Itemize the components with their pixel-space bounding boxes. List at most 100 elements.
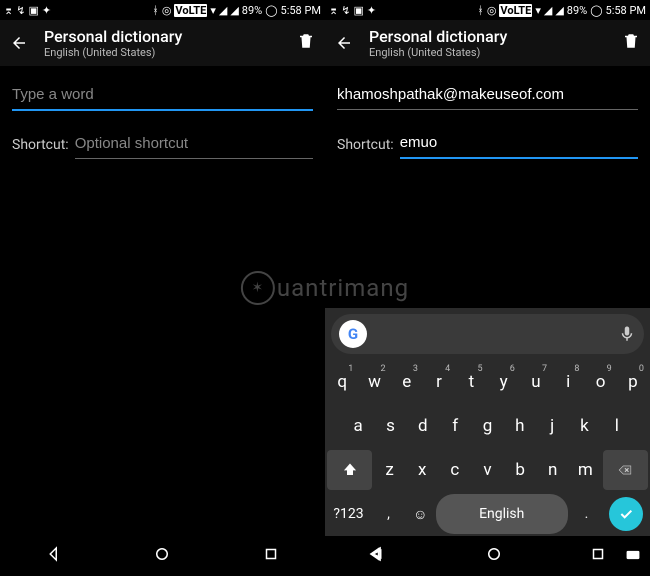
battery-icon: ◯ — [265, 5, 277, 16]
phone-screen-left: ⌆ ↯ ▣ ✦ ᚼ ◎ VoLTE ▾ ◢ ◢ 89% ◯ 5:58 PM Pe… — [0, 0, 325, 576]
word-input[interactable] — [12, 80, 313, 111]
page-subtitle: English (United States) — [44, 46, 297, 59]
signal-icon-2: ◢ — [555, 5, 563, 16]
key-x[interactable]: x — [407, 450, 438, 490]
location-icon: ◎ — [162, 5, 172, 16]
content-area: Shortcut: — [0, 66, 325, 159]
key-n[interactable]: n — [537, 450, 568, 490]
key-k[interactable]: k — [569, 406, 599, 446]
period-key[interactable]: . — [570, 494, 603, 534]
wifi-icon: ▾ — [535, 5, 541, 16]
status-bar: ⌆ ↯ ▣ ✦ ᚼ ◎ VoLTE ▾ ◢ ◢ 89% ◯ 5:58 PM — [0, 0, 325, 20]
nav-bar: ▽ — [325, 536, 650, 576]
shortcut-row: Shortcut: — [337, 128, 638, 159]
sync-icon: ↯ — [341, 5, 350, 16]
delete-button[interactable] — [297, 32, 315, 54]
key-q[interactable]: q1 — [327, 362, 357, 402]
space-key[interactable]: English — [436, 494, 568, 534]
key-u[interactable]: u7 — [521, 362, 551, 402]
shift-key[interactable] — [327, 450, 372, 490]
sync-icon: ↯ — [16, 5, 25, 16]
google-icon[interactable]: G — [339, 320, 367, 348]
key-y[interactable]: y6 — [489, 362, 519, 402]
key-row-3: zxcvbnm — [325, 448, 650, 492]
key-g[interactable]: g — [472, 406, 502, 446]
key-c[interactable]: c — [440, 450, 471, 490]
signal-icon: ◢ — [544, 5, 552, 16]
shortcut-label: Shortcut: — [12, 137, 69, 159]
image-icon: ▣ — [353, 5, 363, 16]
keyboard-switch-icon[interactable] — [624, 547, 642, 566]
image-icon: ▣ — [28, 5, 38, 16]
volte-icon: VoLTE — [499, 4, 532, 17]
key-t[interactable]: t5 — [456, 362, 486, 402]
enter-key[interactable] — [605, 494, 648, 534]
key-a[interactable]: a — [343, 406, 373, 446]
emoji-key[interactable]: ☺ — [407, 494, 433, 534]
backspace-key[interactable] — [603, 450, 648, 490]
shortcut-input[interactable] — [75, 129, 313, 159]
nav-home[interactable] — [485, 545, 503, 567]
key-b[interactable]: b — [505, 450, 536, 490]
key-w[interactable]: w2 — [359, 362, 389, 402]
nav-recent[interactable] — [589, 545, 607, 567]
battery-icon: ◯ — [590, 5, 602, 16]
page-title: Personal dictionary — [369, 27, 622, 46]
shortcut-label: Shortcut: — [337, 137, 394, 159]
key-p[interactable]: p0 — [618, 362, 648, 402]
key-h[interactable]: h — [505, 406, 535, 446]
key-z[interactable]: z — [374, 450, 405, 490]
wifi-icon: ▾ — [210, 5, 216, 16]
nav-recent[interactable] — [262, 545, 280, 567]
nav-home[interactable] — [153, 545, 171, 567]
word-input[interactable] — [337, 80, 638, 110]
symbols-key[interactable]: ?123 — [327, 494, 370, 534]
nav-bar — [0, 536, 325, 576]
cast-icon: ⌆ — [329, 5, 338, 16]
key-m[interactable]: m — [570, 450, 601, 490]
status-left: ⌆ ↯ ▣ ✦ — [4, 5, 51, 16]
mic-icon[interactable] — [618, 325, 636, 343]
signal-icon: ◢ — [219, 5, 227, 16]
content-area: Shortcut: — [325, 66, 650, 159]
nav-back[interactable] — [45, 545, 63, 567]
battery-text: 89% — [242, 4, 262, 17]
appbar-titles: Personal dictionary English (United Stat… — [44, 27, 297, 59]
key-row-4: ?123 , ☺ English . — [325, 492, 650, 536]
key-j[interactable]: j — [537, 406, 567, 446]
app-bar: Personal dictionary English (United Stat… — [325, 20, 650, 66]
shortcut-input[interactable] — [400, 128, 638, 159]
status-right: ᚼ ◎ VoLTE ▾ ◢ ◢ 89% ◯ 5:58 PM — [477, 4, 646, 17]
status-right: ᚼ ◎ VoLTE ▾ ◢ ◢ 89% ◯ 5:58 PM — [152, 4, 321, 17]
key-l[interactable]: l — [602, 406, 632, 446]
app-bar: Personal dictionary English (United Stat… — [0, 20, 325, 66]
bluetooth-icon: ᚼ — [477, 5, 484, 16]
location-icon: ◎ — [487, 5, 497, 16]
clock-text: 5:58 PM — [606, 4, 646, 17]
key-row-1: q1w2e3r4t5y6u7i8o9p0 — [325, 360, 650, 404]
clock-text: 5:58 PM — [281, 4, 321, 17]
shortcut-row: Shortcut: — [12, 129, 313, 159]
status-left: ⌆ ↯ ▣ ✦ — [329, 5, 376, 16]
refresh-icon: ✦ — [42, 5, 51, 16]
nav-back[interactable]: ▽ — [368, 545, 398, 567]
refresh-icon: ✦ — [367, 5, 376, 16]
key-v[interactable]: v — [472, 450, 503, 490]
key-o[interactable]: o9 — [585, 362, 615, 402]
comma-key[interactable]: , — [372, 494, 405, 534]
back-button[interactable] — [335, 34, 353, 52]
back-button[interactable] — [10, 34, 28, 52]
page-title: Personal dictionary — [44, 27, 297, 46]
battery-text: 89% — [567, 4, 587, 17]
key-s[interactable]: s — [375, 406, 405, 446]
key-e[interactable]: e3 — [392, 362, 422, 402]
key-i[interactable]: i8 — [553, 362, 583, 402]
phone-screen-right: ⌆ ↯ ▣ ✦ ᚼ ◎ VoLTE ▾ ◢ ◢ 89% ◯ 5:58 PM Pe… — [325, 0, 650, 576]
key-r[interactable]: r4 — [424, 362, 454, 402]
cast-icon: ⌆ — [4, 5, 13, 16]
key-f[interactable]: f — [440, 406, 470, 446]
volte-icon: VoLTE — [174, 4, 207, 17]
delete-button[interactable] — [622, 32, 640, 54]
suggestion-bar[interactable]: G — [331, 314, 644, 354]
key-d[interactable]: d — [408, 406, 438, 446]
